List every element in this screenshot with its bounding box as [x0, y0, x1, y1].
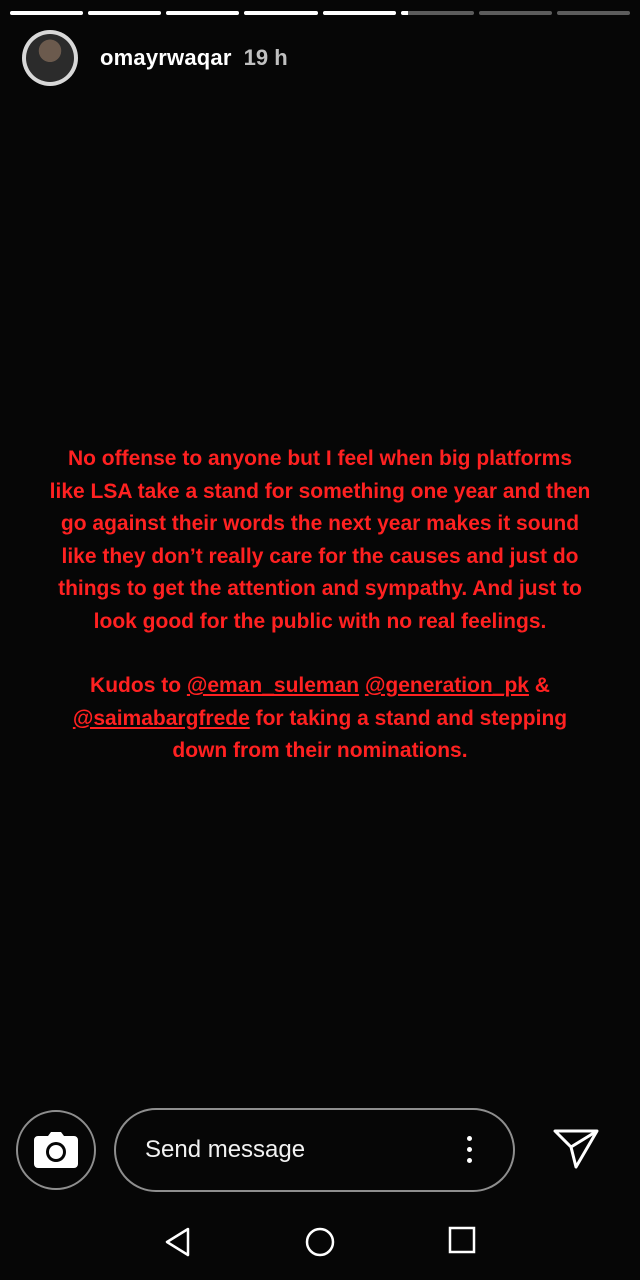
kudos-prefix: Kudos to	[90, 674, 187, 697]
story-progress-fill	[10, 11, 84, 15]
post-time: 19 h	[243, 45, 288, 70]
story-progress-fill	[244, 11, 318, 15]
camera-icon	[34, 1132, 78, 1168]
ampersand: &	[528, 674, 550, 697]
story-progress-segment	[322, 11, 396, 15]
story-progress-fill	[166, 11, 240, 15]
story-header: omayrwaqar 19 h	[22, 30, 288, 86]
avatar[interactable]	[22, 30, 78, 86]
story-progress-segment	[556, 11, 630, 15]
mention-generation-pk[interactable]: @generation_pk	[365, 674, 529, 697]
story-progress-bar	[10, 11, 630, 15]
message-input[interactable]	[143, 1135, 447, 1165]
story-progress-fill	[400, 11, 408, 15]
kudos-paragraph: Kudos to @eman_suleman @generation_pk & …	[12, 670, 628, 768]
mention-eman-suleman[interactable]: @eman_suleman	[187, 674, 359, 697]
send-message-field[interactable]	[114, 1108, 515, 1192]
story-progress-segment	[478, 11, 552, 15]
home-circle-icon[interactable]	[304, 1226, 336, 1258]
story-reply-bar	[0, 1108, 640, 1196]
recents-square-icon[interactable]	[448, 1226, 476, 1254]
system-nav-bar	[0, 1210, 640, 1280]
story-paragraph: No offense to anyone but I feel when big…	[49, 447, 591, 633]
camera-button[interactable]	[16, 1110, 96, 1190]
story-progress-segment	[244, 11, 318, 15]
story-progress-segment	[400, 11, 474, 15]
send-icon[interactable]	[552, 1128, 600, 1170]
story-progress-segment	[10, 11, 84, 15]
more-vertical-icon[interactable]	[467, 1136, 475, 1163]
story-progress-segment	[88, 11, 162, 15]
story-progress-fill	[322, 11, 396, 15]
story-text: No offense to anyone but I feel when big…	[12, 443, 628, 768]
story-progress-fill	[88, 11, 162, 15]
mention-saimabargfrede[interactable]: @saimabargfrede	[73, 707, 250, 730]
story-progress-segment	[166, 11, 240, 15]
back-triangle-icon[interactable]	[163, 1226, 191, 1258]
username[interactable]: omayrwaqar	[100, 45, 232, 71]
